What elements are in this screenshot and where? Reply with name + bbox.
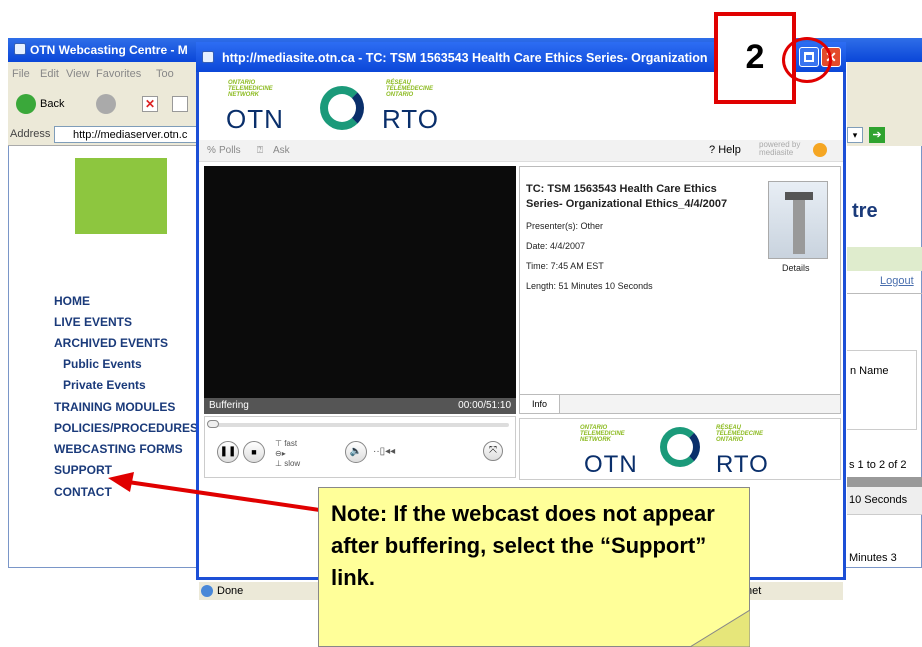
note-text: Note: If the webcast does not appear aft… xyxy=(331,501,715,590)
arrow-head xyxy=(108,472,134,492)
note-callout: Note: If the webcast does not appear aft… xyxy=(318,487,750,647)
note-folded-corner xyxy=(690,610,750,647)
